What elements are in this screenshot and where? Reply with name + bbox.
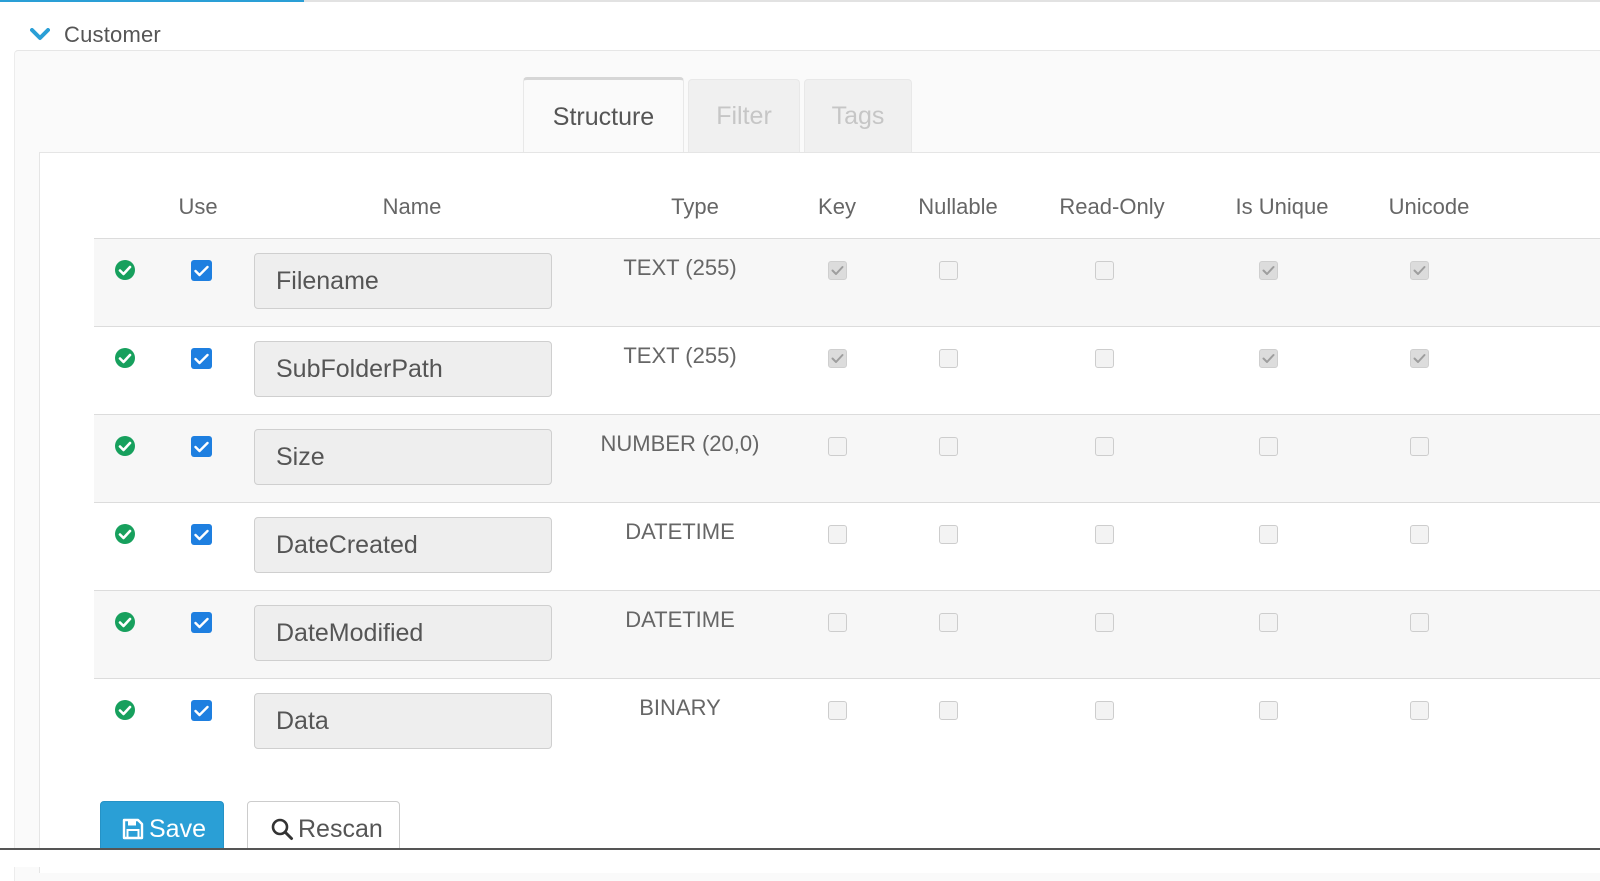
check-circle-icon: [115, 348, 135, 368]
key-checkbox[interactable]: [827, 701, 847, 720]
column-header-name: Name: [382, 194, 442, 219]
field-row-size: NUMBER (20,0): [94, 414, 1600, 503]
field-type: DATETIME: [625, 519, 735, 544]
nullable-checkbox[interactable]: [938, 701, 958, 720]
field-name-input[interactable]: [254, 429, 552, 485]
unique-checkbox[interactable]: [1258, 349, 1278, 368]
top-progress-fill: [0, 0, 304, 2]
readonly-checkbox[interactable]: [1094, 349, 1114, 368]
column-header-type: Type: [671, 194, 719, 219]
field-type: TEXT (255): [623, 343, 737, 368]
field-type: TEXT (255): [623, 255, 737, 280]
field-name-input[interactable]: [254, 517, 552, 573]
key-checkbox[interactable]: [827, 525, 847, 544]
nullable-checkbox[interactable]: [938, 261, 958, 280]
field-type: BINARY: [639, 695, 721, 720]
tab-structure[interactable]: Structure: [523, 77, 684, 154]
save-button-label: Save: [149, 814, 206, 843]
unicode-checkbox[interactable]: [1409, 525, 1429, 544]
column-header-use: Use: [178, 194, 218, 219]
floppy-disk-icon: [121, 817, 145, 841]
field-row-data: BINARY: [94, 678, 1600, 767]
column-header-nullable: Nullable: [918, 194, 998, 219]
field-type: DATETIME: [625, 607, 735, 632]
check-circle-icon: [115, 524, 135, 544]
tab-filter[interactable]: Filter: [688, 79, 800, 153]
field-name-input[interactable]: [254, 341, 552, 397]
use-checkbox[interactable]: [191, 700, 212, 721]
key-checkbox[interactable]: [827, 349, 847, 368]
check-circle-icon: [115, 612, 135, 632]
column-header-key: Key: [818, 194, 856, 219]
top-progress-bar: [0, 0, 1600, 2]
unicode-checkbox[interactable]: [1409, 261, 1429, 280]
field-row-date-created: DATETIME: [94, 502, 1600, 591]
column-header-unicode: Unicode: [1388, 194, 1470, 219]
unique-checkbox[interactable]: [1258, 261, 1278, 280]
unicode-checkbox[interactable]: [1409, 613, 1429, 632]
check-circle-icon: [115, 260, 135, 280]
field-name-input[interactable]: [254, 253, 552, 309]
unique-checkbox[interactable]: [1258, 525, 1278, 544]
check-circle-icon: [115, 700, 135, 720]
search-icon: [270, 817, 294, 841]
field-name-input[interactable]: [254, 605, 552, 661]
chevron-down-icon[interactable]: [30, 25, 50, 45]
field-type: NUMBER (20,0): [600, 431, 760, 456]
unique-checkbox[interactable]: [1258, 701, 1278, 720]
field-row-sub-folder-path: TEXT (255): [94, 326, 1600, 415]
rescan-button-label: Rescan: [298, 814, 383, 843]
key-checkbox[interactable]: [827, 613, 847, 632]
check-circle-icon: [115, 436, 135, 456]
key-checkbox[interactable]: [827, 437, 847, 456]
readonly-checkbox[interactable]: [1094, 613, 1114, 632]
bottom-strip: [0, 850, 1600, 867]
unicode-checkbox[interactable]: [1409, 437, 1429, 456]
readonly-checkbox[interactable]: [1094, 525, 1114, 544]
key-checkbox[interactable]: [827, 261, 847, 280]
field-row-filename: TEXT (255): [94, 238, 1600, 327]
readonly-checkbox[interactable]: [1094, 701, 1114, 720]
section-title: Customer: [64, 22, 161, 47]
unique-checkbox[interactable]: [1258, 613, 1278, 632]
nullable-checkbox[interactable]: [938, 613, 958, 632]
nullable-checkbox[interactable]: [938, 525, 958, 544]
column-header-read-only: Read-Only: [1059, 194, 1165, 219]
use-checkbox[interactable]: [191, 524, 212, 545]
unicode-checkbox[interactable]: [1409, 349, 1429, 368]
field-name-input[interactable]: [254, 693, 552, 749]
section-header-customer[interactable]: Customer: [30, 18, 161, 52]
tab-bar: Structure Filter Tags: [523, 77, 916, 154]
nullable-checkbox[interactable]: [938, 437, 958, 456]
use-checkbox[interactable]: [191, 348, 212, 369]
unique-checkbox[interactable]: [1258, 437, 1278, 456]
field-row-date-modified: DATETIME: [94, 590, 1600, 679]
use-checkbox[interactable]: [191, 260, 212, 281]
unicode-checkbox[interactable]: [1409, 701, 1429, 720]
readonly-checkbox[interactable]: [1094, 437, 1114, 456]
use-checkbox[interactable]: [191, 436, 212, 457]
column-header-is-unique: Is Unique: [1235, 194, 1329, 219]
readonly-checkbox[interactable]: [1094, 261, 1114, 280]
nullable-checkbox[interactable]: [938, 349, 958, 368]
tab-tags[interactable]: Tags: [804, 79, 912, 153]
use-checkbox[interactable]: [191, 612, 212, 633]
